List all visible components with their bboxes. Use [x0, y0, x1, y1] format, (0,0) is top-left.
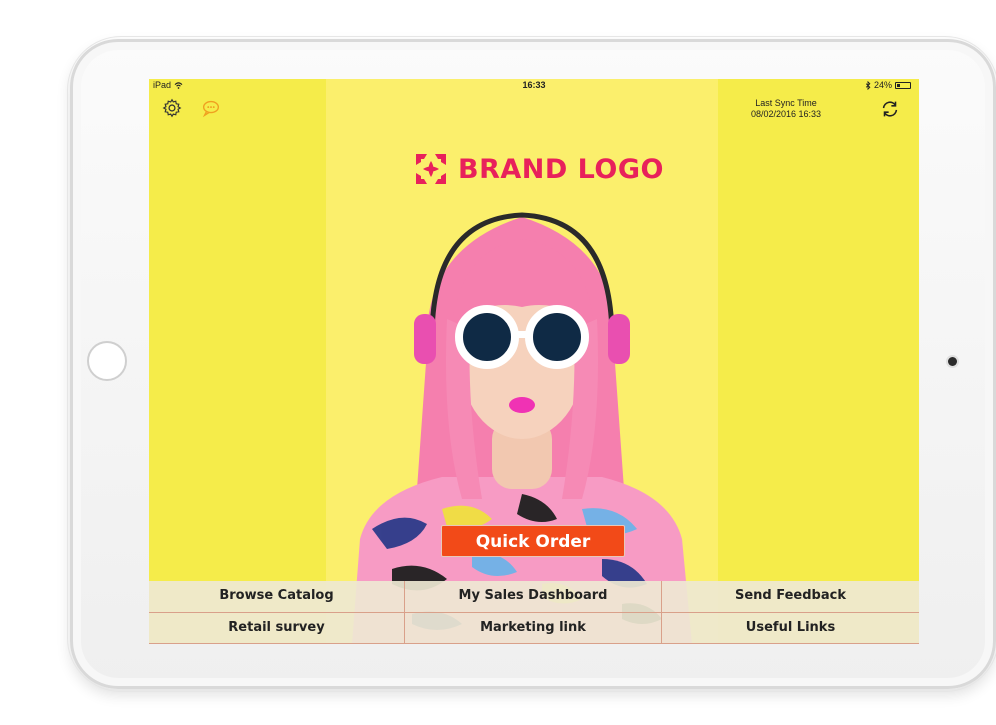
app-screen: iPad 16:33 24% Last Sync Time 08/02/2016… — [149, 79, 919, 644]
bluetooth-icon — [865, 80, 871, 90]
sync-time: 08/02/2016 16:33 — [750, 109, 822, 119]
battery-percent: 24% — [873, 80, 892, 90]
home-button[interactable] — [87, 341, 127, 381]
quick-order-button[interactable]: Quick Order — [441, 525, 625, 557]
browse-catalog-button[interactable]: Browse Catalog — [149, 581, 405, 613]
logo-mark-icon — [416, 154, 446, 184]
status-bar: iPad 16:33 24% — [149, 79, 919, 93]
send-feedback-button[interactable]: Send Feedback — [662, 581, 919, 613]
status-time: 16:33 — [522, 80, 546, 90]
hero-image — [352, 212, 692, 644]
marketing-link-button[interactable]: Marketing link — [405, 613, 662, 644]
chat-bubble-icon[interactable] — [200, 97, 222, 119]
brand-logo: BRAND LOGO — [414, 152, 664, 186]
refresh-icon[interactable] — [879, 98, 901, 120]
useful-links-button[interactable]: Useful Links — [662, 613, 919, 644]
retail-survey-button[interactable]: Retail survey — [149, 613, 405, 644]
camera-icon — [948, 357, 957, 366]
sync-label: Last Sync Time — [755, 98, 817, 108]
gear-icon[interactable] — [161, 97, 183, 119]
sales-dashboard-button[interactable]: My Sales Dashboard — [405, 581, 662, 613]
brand-logo-text: BRAND LOGO — [458, 153, 664, 185]
sync-info: Last Sync Time 08/02/2016 16:33 — [731, 98, 841, 120]
battery-icon — [895, 81, 911, 89]
status-right: 24% — [865, 80, 911, 90]
main-menu: Browse Catalog My Sales Dashboard Send F… — [149, 581, 919, 644]
